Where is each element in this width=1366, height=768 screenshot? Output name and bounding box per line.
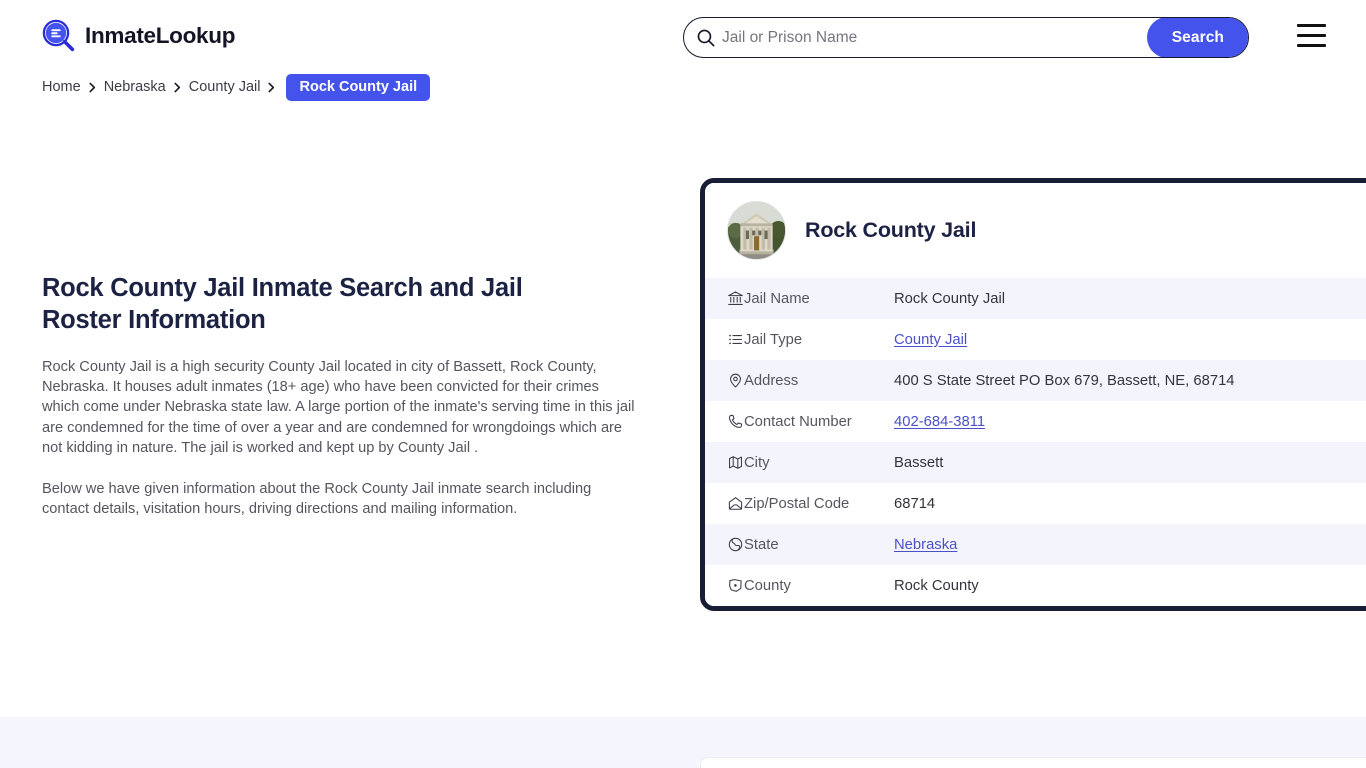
- breadcrumb: Home Nebraska County Jail Rock County Ja…: [42, 73, 431, 101]
- county-icon: [705, 565, 744, 606]
- jail-details-table: Jail Name Rock County Jail Jail Type Cou…: [705, 278, 1366, 606]
- jail-info-card: Rock County Jail Jail Name Rock County J…: [700, 178, 1366, 611]
- secondary-paragraph: Below we have given information about th…: [42, 481, 592, 518]
- table-row: County Rock County: [705, 565, 1366, 606]
- lower-card-peek: [700, 757, 1366, 768]
- table-row: State Nebraska: [705, 524, 1366, 565]
- table-row: Contact Number 402-684-3811: [705, 401, 1366, 442]
- page-title: Rock County Jail Inmate Search and Jail …: [42, 274, 523, 334]
- breadcrumb-item-home[interactable]: Home: [42, 79, 81, 95]
- jail-type-link[interactable]: County Jail: [894, 332, 967, 348]
- jail-card-title: Rock County Jail: [805, 218, 977, 242]
- row-value: 402-684-3811: [894, 401, 1366, 442]
- row-value: Nebraska: [894, 524, 1366, 565]
- row-label: Address: [744, 372, 799, 389]
- search-input[interactable]: [722, 19, 1147, 56]
- table-row: Address 400 S State Street PO Box 679, B…: [705, 360, 1366, 401]
- table-row: City Bassett: [705, 442, 1366, 483]
- row-label: Jail Type: [744, 331, 803, 348]
- row-label: Jail Name: [744, 290, 810, 307]
- row-value: County Jail: [894, 319, 1366, 360]
- article-column: Rock County Jail Inmate Search and Jail …: [42, 272, 642, 519]
- map-pin-icon: [705, 360, 744, 401]
- hamburger-bar: [1297, 33, 1326, 38]
- chevron-right-icon: [166, 78, 189, 96]
- breadcrumb-item-nebraska[interactable]: Nebraska: [104, 79, 166, 95]
- row-value: 400 S State Street PO Box 679, Bassett, …: [894, 372, 1235, 389]
- phone-icon: [705, 401, 744, 442]
- row-value: Rock County Jail: [894, 290, 1006, 307]
- site-header: InmateLookup Search: [0, 0, 1366, 72]
- hamburger-bar: [1297, 24, 1326, 28]
- table-row: Zip/Postal Code 68714: [705, 483, 1366, 524]
- map-icon: [705, 442, 744, 483]
- row-label: Zip/Postal Code: [744, 495, 850, 512]
- magnifier-list-icon: [42, 19, 76, 53]
- search-icon: [684, 18, 722, 57]
- globe-icon: [705, 524, 744, 565]
- chevron-right-icon: [81, 78, 104, 96]
- hamburger-menu-icon[interactable]: [1297, 24, 1326, 47]
- brand-logo-link[interactable]: InmateLookup: [42, 19, 235, 53]
- courthouse-photo: [727, 201, 786, 260]
- row-value: Rock County: [894, 577, 979, 594]
- search-button[interactable]: Search: [1146, 18, 1248, 57]
- breadcrumb-item-current: Rock County Jail: [286, 73, 431, 101]
- row-label: State: [744, 536, 779, 553]
- envelope-icon: [705, 483, 744, 524]
- row-label: Contact Number: [744, 413, 852, 430]
- brand-name: InmateLookup: [85, 23, 236, 48]
- row-label: City: [744, 454, 770, 471]
- hamburger-bar: [1297, 43, 1326, 47]
- table-row: Jail Name Rock County Jail: [705, 278, 1366, 319]
- state-link[interactable]: Nebraska: [894, 537, 957, 553]
- bank-icon: [705, 278, 744, 319]
- jail-info-card-header: Rock County Jail: [705, 183, 1366, 278]
- row-value: 68714: [894, 495, 936, 512]
- row-label: County: [744, 577, 791, 594]
- chevron-right-icon: [260, 78, 283, 96]
- intro-paragraph: Rock County Jail is a high security Coun…: [42, 359, 635, 456]
- contact-number-link[interactable]: 402-684-3811: [894, 414, 985, 430]
- row-value: Bassett: [894, 454, 944, 471]
- table-row: Jail Type County Jail: [705, 319, 1366, 360]
- page-root: InmateLookup Search Home Nebraska: [0, 0, 1366, 768]
- list-icon: [705, 319, 744, 360]
- search-form[interactable]: Search: [683, 17, 1249, 58]
- breadcrumb-item-county-jail[interactable]: County Jail: [189, 79, 261, 95]
